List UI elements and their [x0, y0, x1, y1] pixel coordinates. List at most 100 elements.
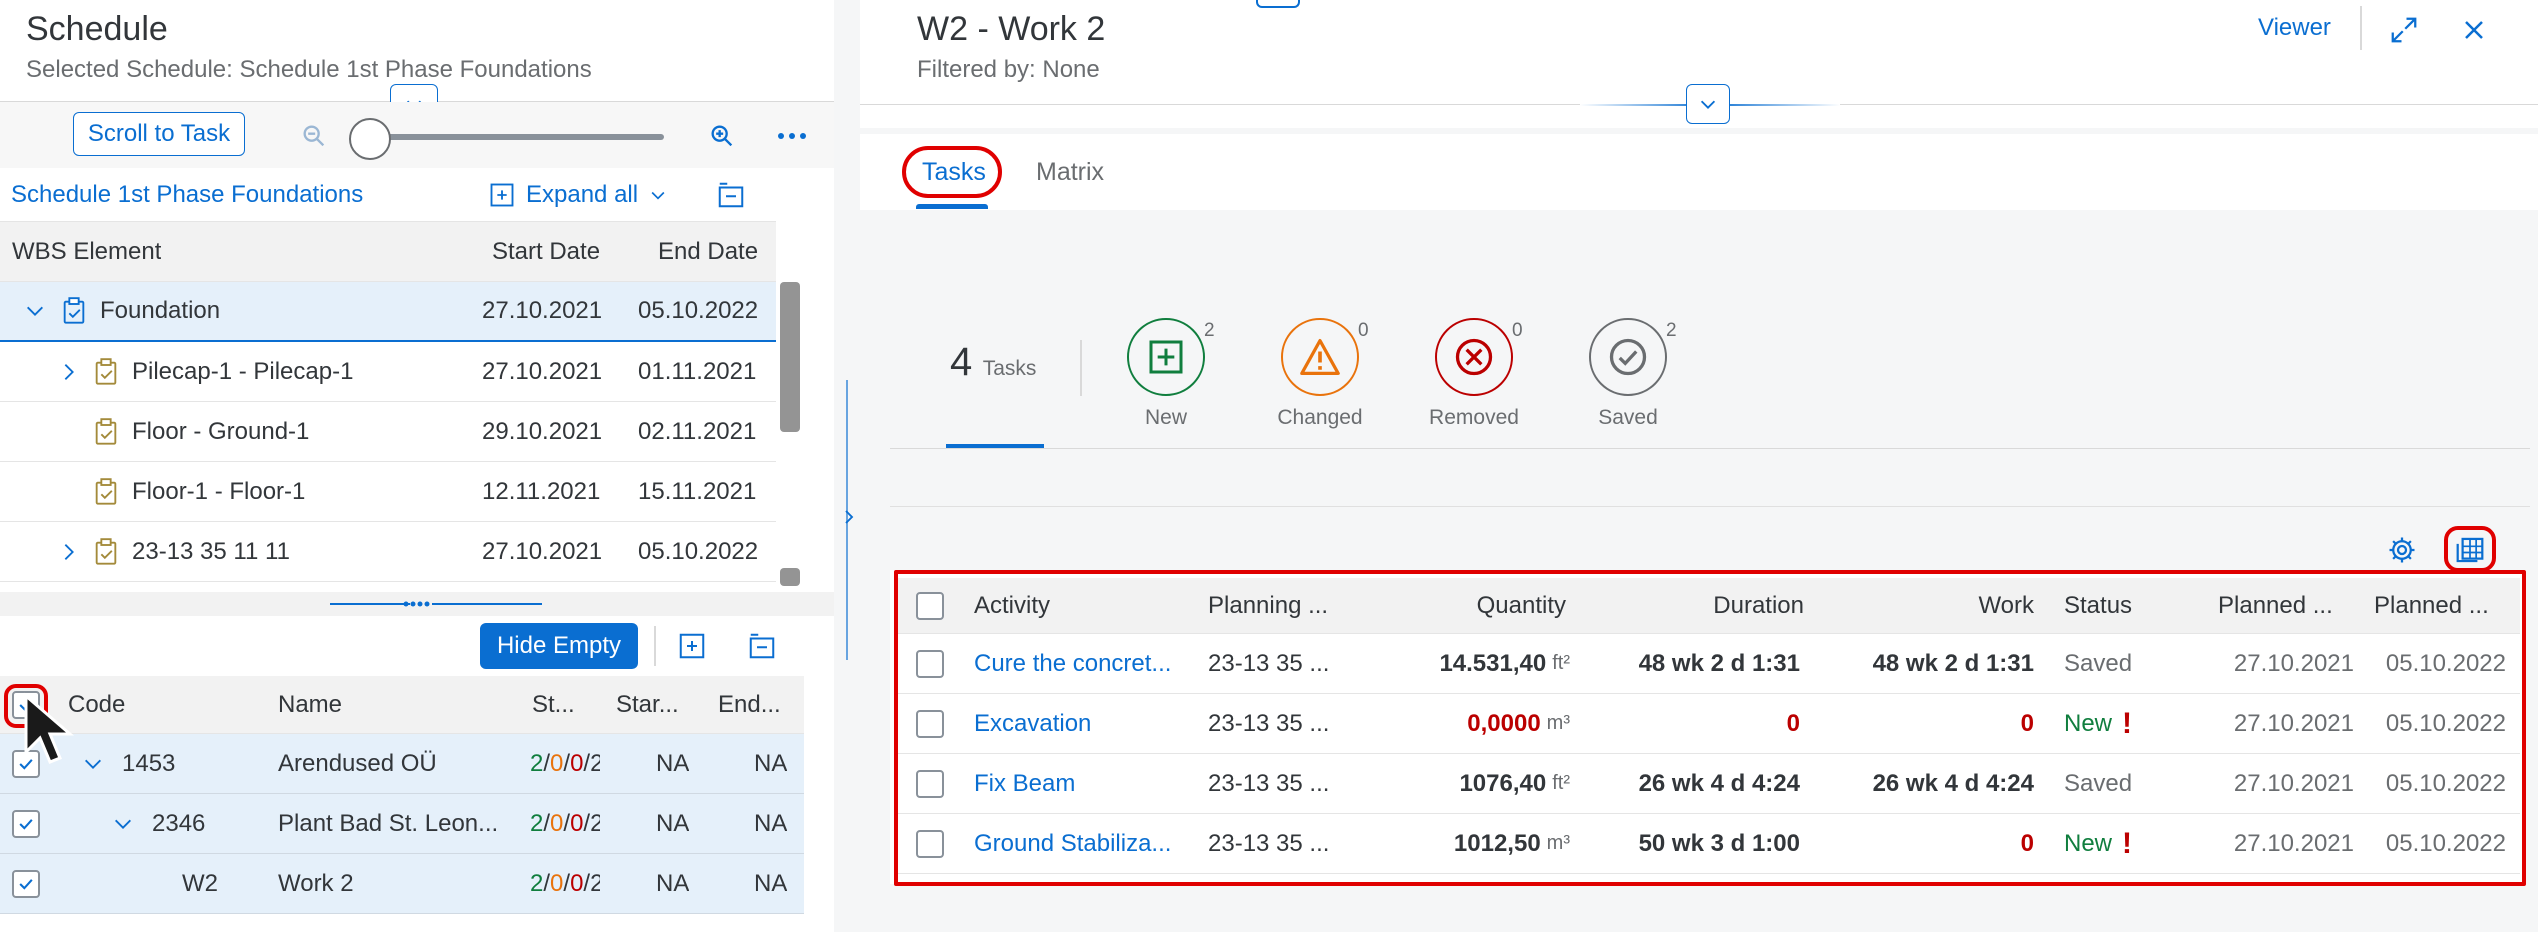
table-row[interactable]: 2346 Plant Bad St. Leon... 2/0/0/2 NA NA — [0, 794, 804, 854]
row-start: NA — [656, 869, 690, 897]
chevron-down-icon[interactable] — [24, 282, 46, 340]
wbs-end: 05.10.2022 — [638, 297, 759, 324]
count-changed: 0 — [550, 869, 564, 897]
row-name: Arendused OÜ — [278, 749, 437, 777]
row-end: NA — [754, 809, 788, 837]
chevron-right-icon[interactable] — [840, 506, 858, 528]
table-highlight — [894, 570, 2526, 886]
col-name: Name — [278, 690, 343, 718]
mouse-cursor-icon — [24, 692, 75, 764]
grip-icon[interactable] — [400, 598, 432, 610]
zoom-slider[interactable] — [372, 134, 664, 140]
tile-changed[interactable] — [1281, 318, 1359, 396]
expand-icon — [490, 183, 514, 206]
col-status: St... — [532, 690, 575, 718]
tree-scrollbar[interactable] — [776, 282, 804, 592]
count-changed: 0 — [550, 749, 564, 777]
zoom-in-icon[interactable] — [704, 118, 740, 154]
section-divider — [890, 506, 2530, 507]
row-checkbox[interactable] — [12, 810, 40, 838]
settings-icon[interactable] — [2382, 530, 2422, 570]
expand-all-button[interactable]: Expand all — [488, 168, 668, 221]
header-handle[interactable] — [1256, 0, 1300, 8]
fullscreen-icon[interactable] — [2384, 10, 2424, 50]
wbs-start: 27.10.2021 — [482, 297, 603, 324]
zoom-slider-handle[interactable] — [349, 118, 391, 160]
row-end: NA — [754, 749, 788, 777]
chevron-down-icon — [651, 191, 665, 200]
more-options-icon[interactable] — [772, 118, 812, 154]
wbs-end: 02.11.2021 — [638, 417, 757, 445]
row-checkbox[interactable] — [12, 870, 40, 898]
wbs-end: 01.11.2021 — [638, 357, 757, 385]
chevron-down-icon[interactable] — [112, 794, 134, 853]
tasks-count: 4 — [950, 340, 973, 384]
count-new: 2 — [530, 809, 544, 837]
viewer-button[interactable]: Viewer — [2258, 14, 2331, 42]
collapse-icon — [718, 182, 744, 207]
layout-divider[interactable] — [834, 0, 860, 932]
splitter-line — [330, 603, 410, 605]
table-row[interactable]: 1453 Arendused OÜ 2/0/0/2 NA NA — [0, 734, 804, 794]
count-removed: 0 — [570, 809, 584, 837]
col-wbs: WBS Element — [12, 237, 162, 265]
tile-baseline — [890, 448, 2530, 449]
chevron-right-icon[interactable] — [58, 522, 80, 581]
header-separator — [2360, 6, 2362, 50]
wbs-start: 27.10.2021 — [482, 357, 603, 385]
count-new: 2 — [530, 869, 544, 897]
detail-title: W2 - Work 2 — [917, 10, 1106, 48]
checkmark-icon — [19, 819, 33, 830]
row-start: NA — [656, 749, 690, 777]
tile-saved-count: 2 — [1666, 320, 1677, 341]
col-start: Start Date — [492, 237, 601, 265]
zoom-out-icon[interactable] — [296, 118, 332, 154]
task-clipboard-icon — [94, 402, 118, 461]
wbs-start: 12.11.2021 — [482, 477, 601, 505]
tile-saved[interactable] — [1589, 318, 1667, 396]
tile-changed-label: Changed — [1277, 406, 1363, 429]
tree-row[interactable]: Floor-1 - Floor-1 12.11.2021 15.11.2021 — [0, 462, 776, 522]
tree-row[interactable]: 23-13 35 11 11 27.10.2021 05.10.2022 — [0, 522, 776, 582]
task-clipboard-icon — [62, 282, 86, 340]
scrollbar-thumb[interactable] — [780, 282, 800, 432]
add-square-icon — [1149, 340, 1183, 374]
collapse-all-button[interactable] — [716, 168, 746, 221]
collapse-header-button[interactable] — [1686, 84, 1730, 124]
warning-icon — [1300, 339, 1340, 375]
task-clipboard-icon — [94, 342, 118, 401]
remove-circle-icon — [1455, 338, 1493, 376]
chevron-right-icon[interactable] — [58, 342, 80, 401]
collapse-icon[interactable] — [744, 628, 780, 664]
tree-row[interactable]: Foundation 27.10.2021 05.10.2022 — [0, 282, 776, 342]
tree-row[interactable]: Pilecap-1 - Pilecap-1 27.10.2021 01.11.2… — [0, 342, 776, 402]
tile-removed-label: Removed — [1429, 406, 1519, 429]
page-subtitle: Selected Schedule: Schedule 1st Phase Fo… — [26, 56, 592, 83]
row-status-counts: 2/0/0/2 — [530, 854, 600, 913]
row-code: 1453 — [122, 749, 176, 777]
checkmark-icon — [19, 879, 33, 890]
table-row[interactable]: W2 Work 2 2/0/0/2 NA NA — [0, 854, 804, 914]
row-status-counts: 2/0/0/2 — [530, 734, 600, 793]
col-start: Star... — [616, 690, 679, 718]
hide-empty-button[interactable]: Hide Empty — [480, 623, 638, 669]
row-start: NA — [656, 809, 690, 837]
tile-removed-count: 0 — [1512, 320, 1523, 341]
scroll-to-task-button[interactable]: Scroll to Task — [73, 112, 245, 156]
tile-new[interactable] — [1127, 318, 1205, 396]
wbs-start: 29.10.2021 — [482, 417, 603, 445]
tasks-count-tile[interactable]: 4 Tasks — [950, 340, 1036, 385]
wbs-name: 23-13 35 11 11 — [132, 537, 290, 565]
tab-matrix[interactable]: Matrix — [1036, 158, 1104, 187]
count-saved: 2 — [590, 869, 600, 897]
schedule-link[interactable]: Schedule 1st Phase Foundations — [11, 168, 363, 221]
page-title: Schedule — [26, 10, 168, 48]
pane-splitter[interactable] — [0, 592, 834, 616]
tile-removed[interactable] — [1435, 318, 1513, 396]
row-code: W2 — [182, 869, 218, 897]
close-icon[interactable] — [2454, 10, 2494, 50]
expand-icon[interactable] — [674, 628, 710, 664]
row-status-counts: 2/0/0/2 — [530, 794, 600, 853]
tree-row[interactable]: Floor - Ground-1 29.10.2021 02.11.2021 — [0, 402, 776, 462]
tree-column-header: WBS Element Start Date End Date — [0, 222, 776, 282]
